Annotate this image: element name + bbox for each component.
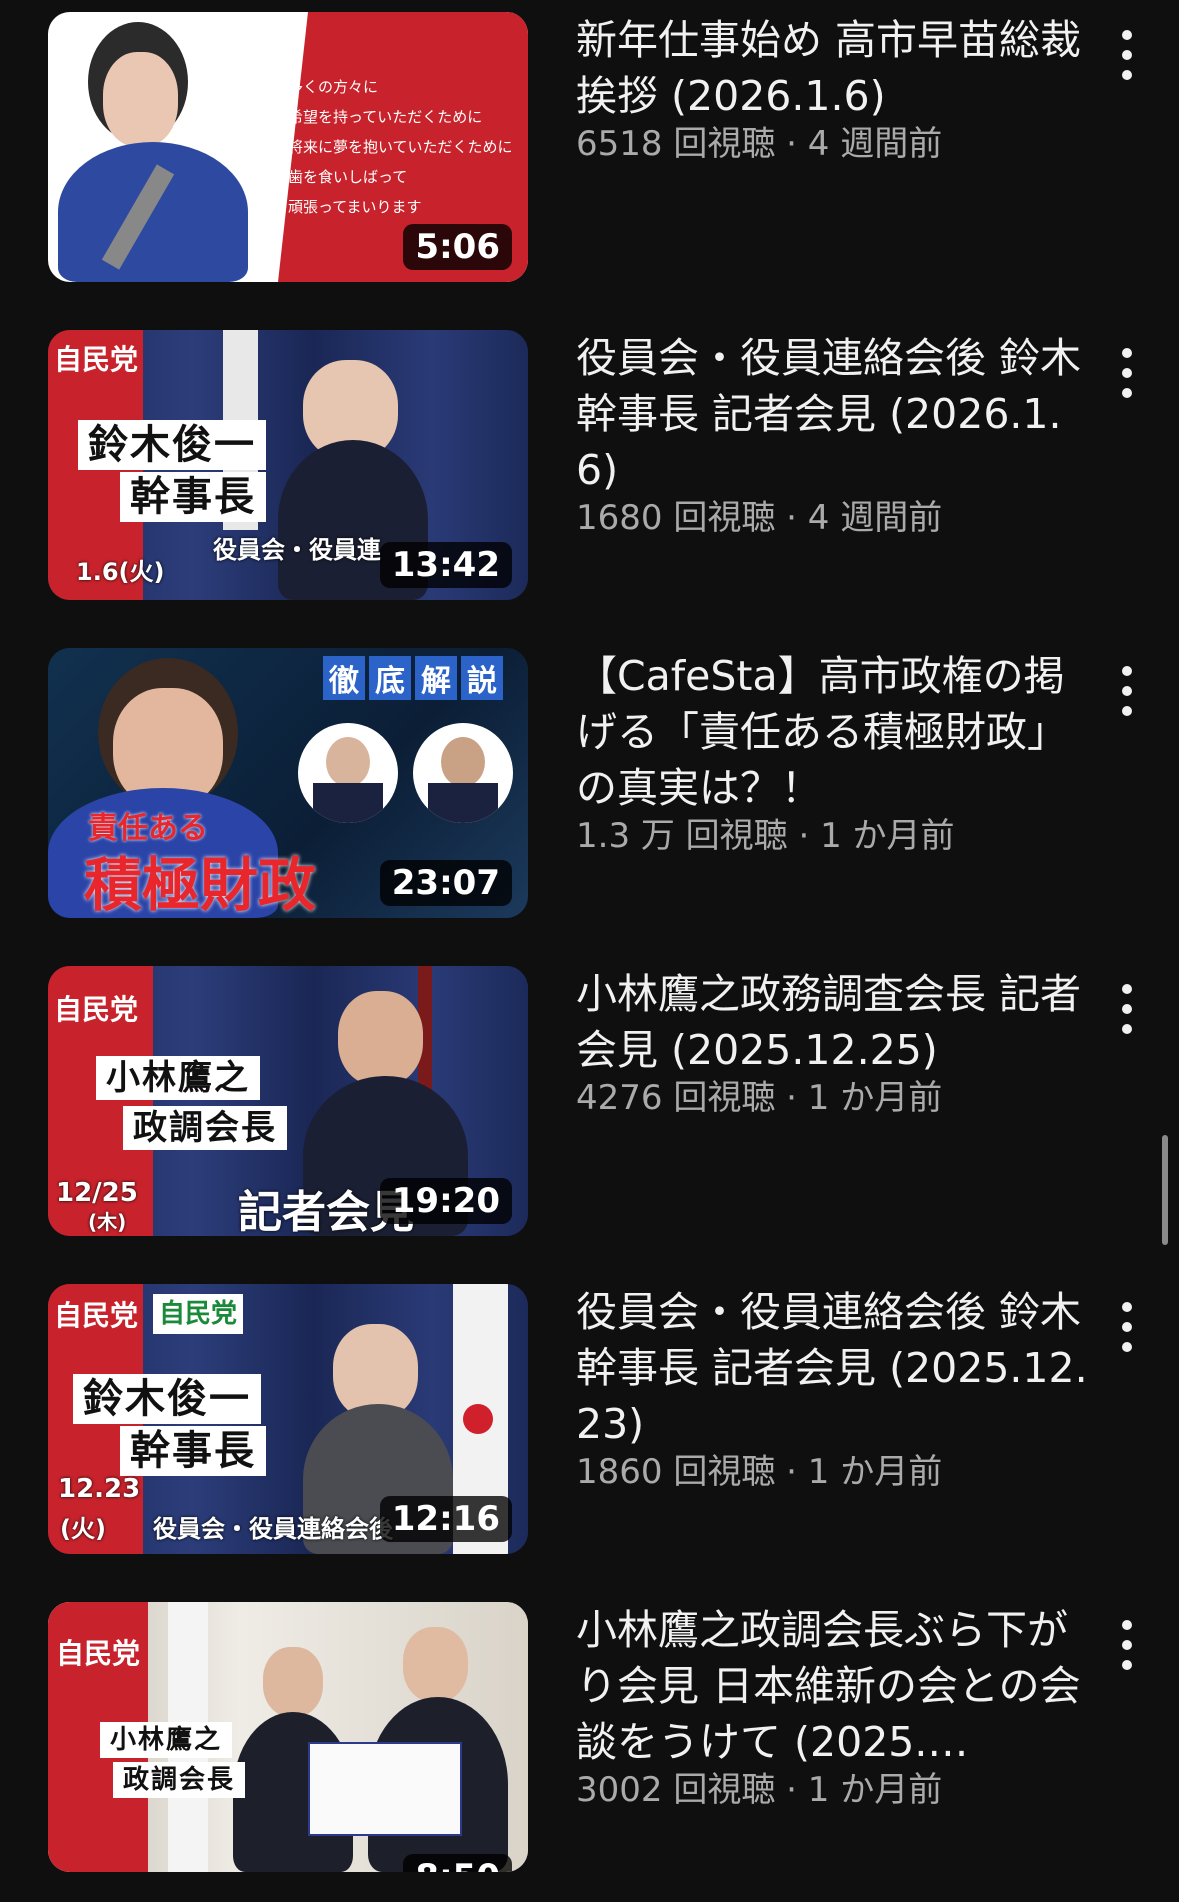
video-title[interactable]: 役員会・役員連絡会後 鈴木幹事長 記者会見 (2026.1.6)	[576, 330, 1096, 498]
video-thumbnail[interactable]: 自民党 小林鷹之 政調会長 12/25 (木) 記者会見 19:20	[48, 966, 528, 1236]
duration-badge: 5:06	[403, 224, 512, 270]
video-item[interactable]: 自民党 小林鷹之 政調会長 8:50 小林鷹之政調会長ぶら下がり会見 日本維新の…	[0, 1602, 1179, 1902]
video-item[interactable]: 自民党 鈴木俊一 幹事長 1.6(火) 役員会・役員連 13:42 役員会・役員…	[0, 330, 1179, 630]
video-meta: 新年仕事始め 高市早苗総裁挨拶 (2026.1.6) 6518 回視聴 · 4 …	[576, 12, 1096, 166]
more-vertical-icon[interactable]	[1112, 30, 1142, 80]
video-stats: 1860 回視聴 · 1 か月前	[576, 1452, 943, 1492]
video-meta: 【CafeSta】高市政権の掲げる「責任ある積極財政」の真実は？！ 1.3 万 …	[576, 648, 1096, 858]
duration-badge: 23:07	[379, 860, 512, 906]
thumb-text-line: 頑張ってまいります	[288, 198, 422, 216]
video-title[interactable]: 新年仕事始め 高市早苗総裁挨拶 (2026.1.6)	[576, 12, 1096, 124]
thumb-name: 鈴木俊一	[78, 420, 266, 470]
video-thumbnail[interactable]: 自民党 小林鷹之 政調会長 8:50	[48, 1602, 528, 1872]
video-stats: 4276 回視聴 · 1 か月前	[576, 1078, 943, 1118]
video-thumbnail[interactable]: 多くの方々に 希望を持っていただくために 将来に夢を抱いていただくために 歯を食…	[48, 12, 528, 282]
more-vertical-icon[interactable]	[1112, 348, 1142, 398]
thumb-role: 政調会長	[113, 1762, 246, 1798]
video-item[interactable]: 多くの方々に 希望を持っていただくために 将来に夢を抱いていただくために 歯を食…	[0, 12, 1179, 312]
video-title[interactable]: 【CafeSta】高市政権の掲げる「責任ある積極財政」の真実は？！	[576, 648, 1096, 816]
thumb-text-line: 希望を持っていただくために	[288, 108, 483, 126]
video-meta: 役員会・役員連絡会後 鈴木幹事長 記者会見 (2026.1.6) 1680 回視…	[576, 330, 1096, 540]
party-tag: 自民党	[54, 1299, 139, 1332]
banner-char: 底	[369, 656, 411, 700]
party-tag: 自民党	[56, 1637, 141, 1670]
banner-char: 解	[415, 656, 457, 700]
banner-char: 徹	[323, 656, 365, 700]
party-tag: 自民党	[54, 993, 139, 1026]
thumb-day: (木)	[88, 1210, 127, 1234]
duration-badge: 12:16	[379, 1496, 512, 1542]
video-meta: 役員会・役員連絡会後 鈴木幹事長 記者会見 (2025.12.23) 1860 …	[576, 1284, 1096, 1494]
video-thumbnail[interactable]: 自民党 鈴木俊一 幹事長 1.6(火) 役員会・役員連 13:42	[48, 330, 528, 600]
more-vertical-icon[interactable]	[1112, 1302, 1142, 1352]
thumb-date: 12/25	[56, 1178, 138, 1208]
thumb-day: (火)	[60, 1515, 106, 1543]
thumb-name: 小林鷹之	[100, 1722, 233, 1758]
thumb-text-line: 多くの方々に	[288, 78, 379, 96]
video-title[interactable]: 小林鷹之政調会長ぶら下がり会見 日本維新の会との会談をうけて (2025.…	[576, 1602, 1096, 1770]
thumb-role: 幹事長	[120, 472, 266, 522]
video-item[interactable]: 徹 底 解 説 責任ある 積極財政 23:07 【CafeSta】高市政権の掲げ…	[0, 648, 1179, 948]
more-vertical-icon[interactable]	[1112, 1620, 1142, 1670]
thumb-text-line: 歯を食いしばって	[288, 168, 408, 186]
scrollbar[interactable]	[1162, 1135, 1168, 1245]
thumb-text-line: 将来に夢を抱いていただくために	[288, 138, 513, 156]
thumb-date: 1.6(火)	[76, 558, 165, 586]
video-item[interactable]: 自民党 小林鷹之 政調会長 12/25 (木) 記者会見 19:20 小林鷹之政…	[0, 966, 1179, 1266]
video-stats: 1680 回視聴 · 4 週間前	[576, 498, 943, 538]
video-thumbnail[interactable]: 徹 底 解 説 責任ある 積極財政 23:07	[48, 648, 528, 918]
thumb-role: 政調会長	[123, 1106, 287, 1150]
thumb-name: 小林鷹之	[96, 1056, 260, 1100]
thumb-name: 鈴木俊一	[73, 1374, 261, 1424]
thumb-date: 12.23	[58, 1474, 141, 1504]
video-stats: 6518 回視聴 · 4 週間前	[576, 124, 943, 164]
video-stats: 3002 回視聴 · 1 か月前	[576, 1770, 943, 1810]
video-meta: 小林鷹之政調会長ぶら下がり会見 日本維新の会との会談をうけて (2025.… 3…	[576, 1602, 1096, 1812]
more-vertical-icon[interactable]	[1112, 666, 1142, 716]
thumb-big-text: 積極財政	[84, 851, 317, 918]
video-meta: 小林鷹之政務調査会長 記者会見 (2025.12.25) 4276 回視聴 · …	[576, 966, 1096, 1120]
party-tag: 自民党	[54, 343, 139, 376]
video-thumbnail[interactable]: 自民党 自民党 鈴木俊一 幹事長 12.23 (火) 役員会・役員連絡会後 12…	[48, 1284, 528, 1554]
thumb-role: 幹事長	[120, 1426, 266, 1476]
thumbnail-art: 自民党 小林鷹之 政調会長	[48, 1602, 528, 1872]
banner-char: 説	[461, 656, 503, 700]
video-title[interactable]: 小林鷹之政務調査会長 記者会見 (2025.12.25)	[576, 966, 1096, 1078]
duration-badge: 8:50	[403, 1854, 512, 1872]
duration-badge: 13:42	[379, 542, 512, 588]
more-vertical-icon[interactable]	[1112, 984, 1142, 1034]
duration-badge: 19:20	[379, 1178, 512, 1224]
thumb-caption: 役員会・役員連絡会後	[153, 1515, 393, 1543]
thumb-caption: 役員会・役員連	[213, 536, 381, 564]
video-stats: 1.3 万 回視聴 · 1 か月前	[576, 816, 955, 856]
video-item[interactable]: 自民党 自民党 鈴木俊一 幹事長 12.23 (火) 役員会・役員連絡会後 12…	[0, 1284, 1179, 1584]
video-title[interactable]: 役員会・役員連絡会後 鈴木幹事長 記者会見 (2025.12.23)	[576, 1284, 1096, 1452]
